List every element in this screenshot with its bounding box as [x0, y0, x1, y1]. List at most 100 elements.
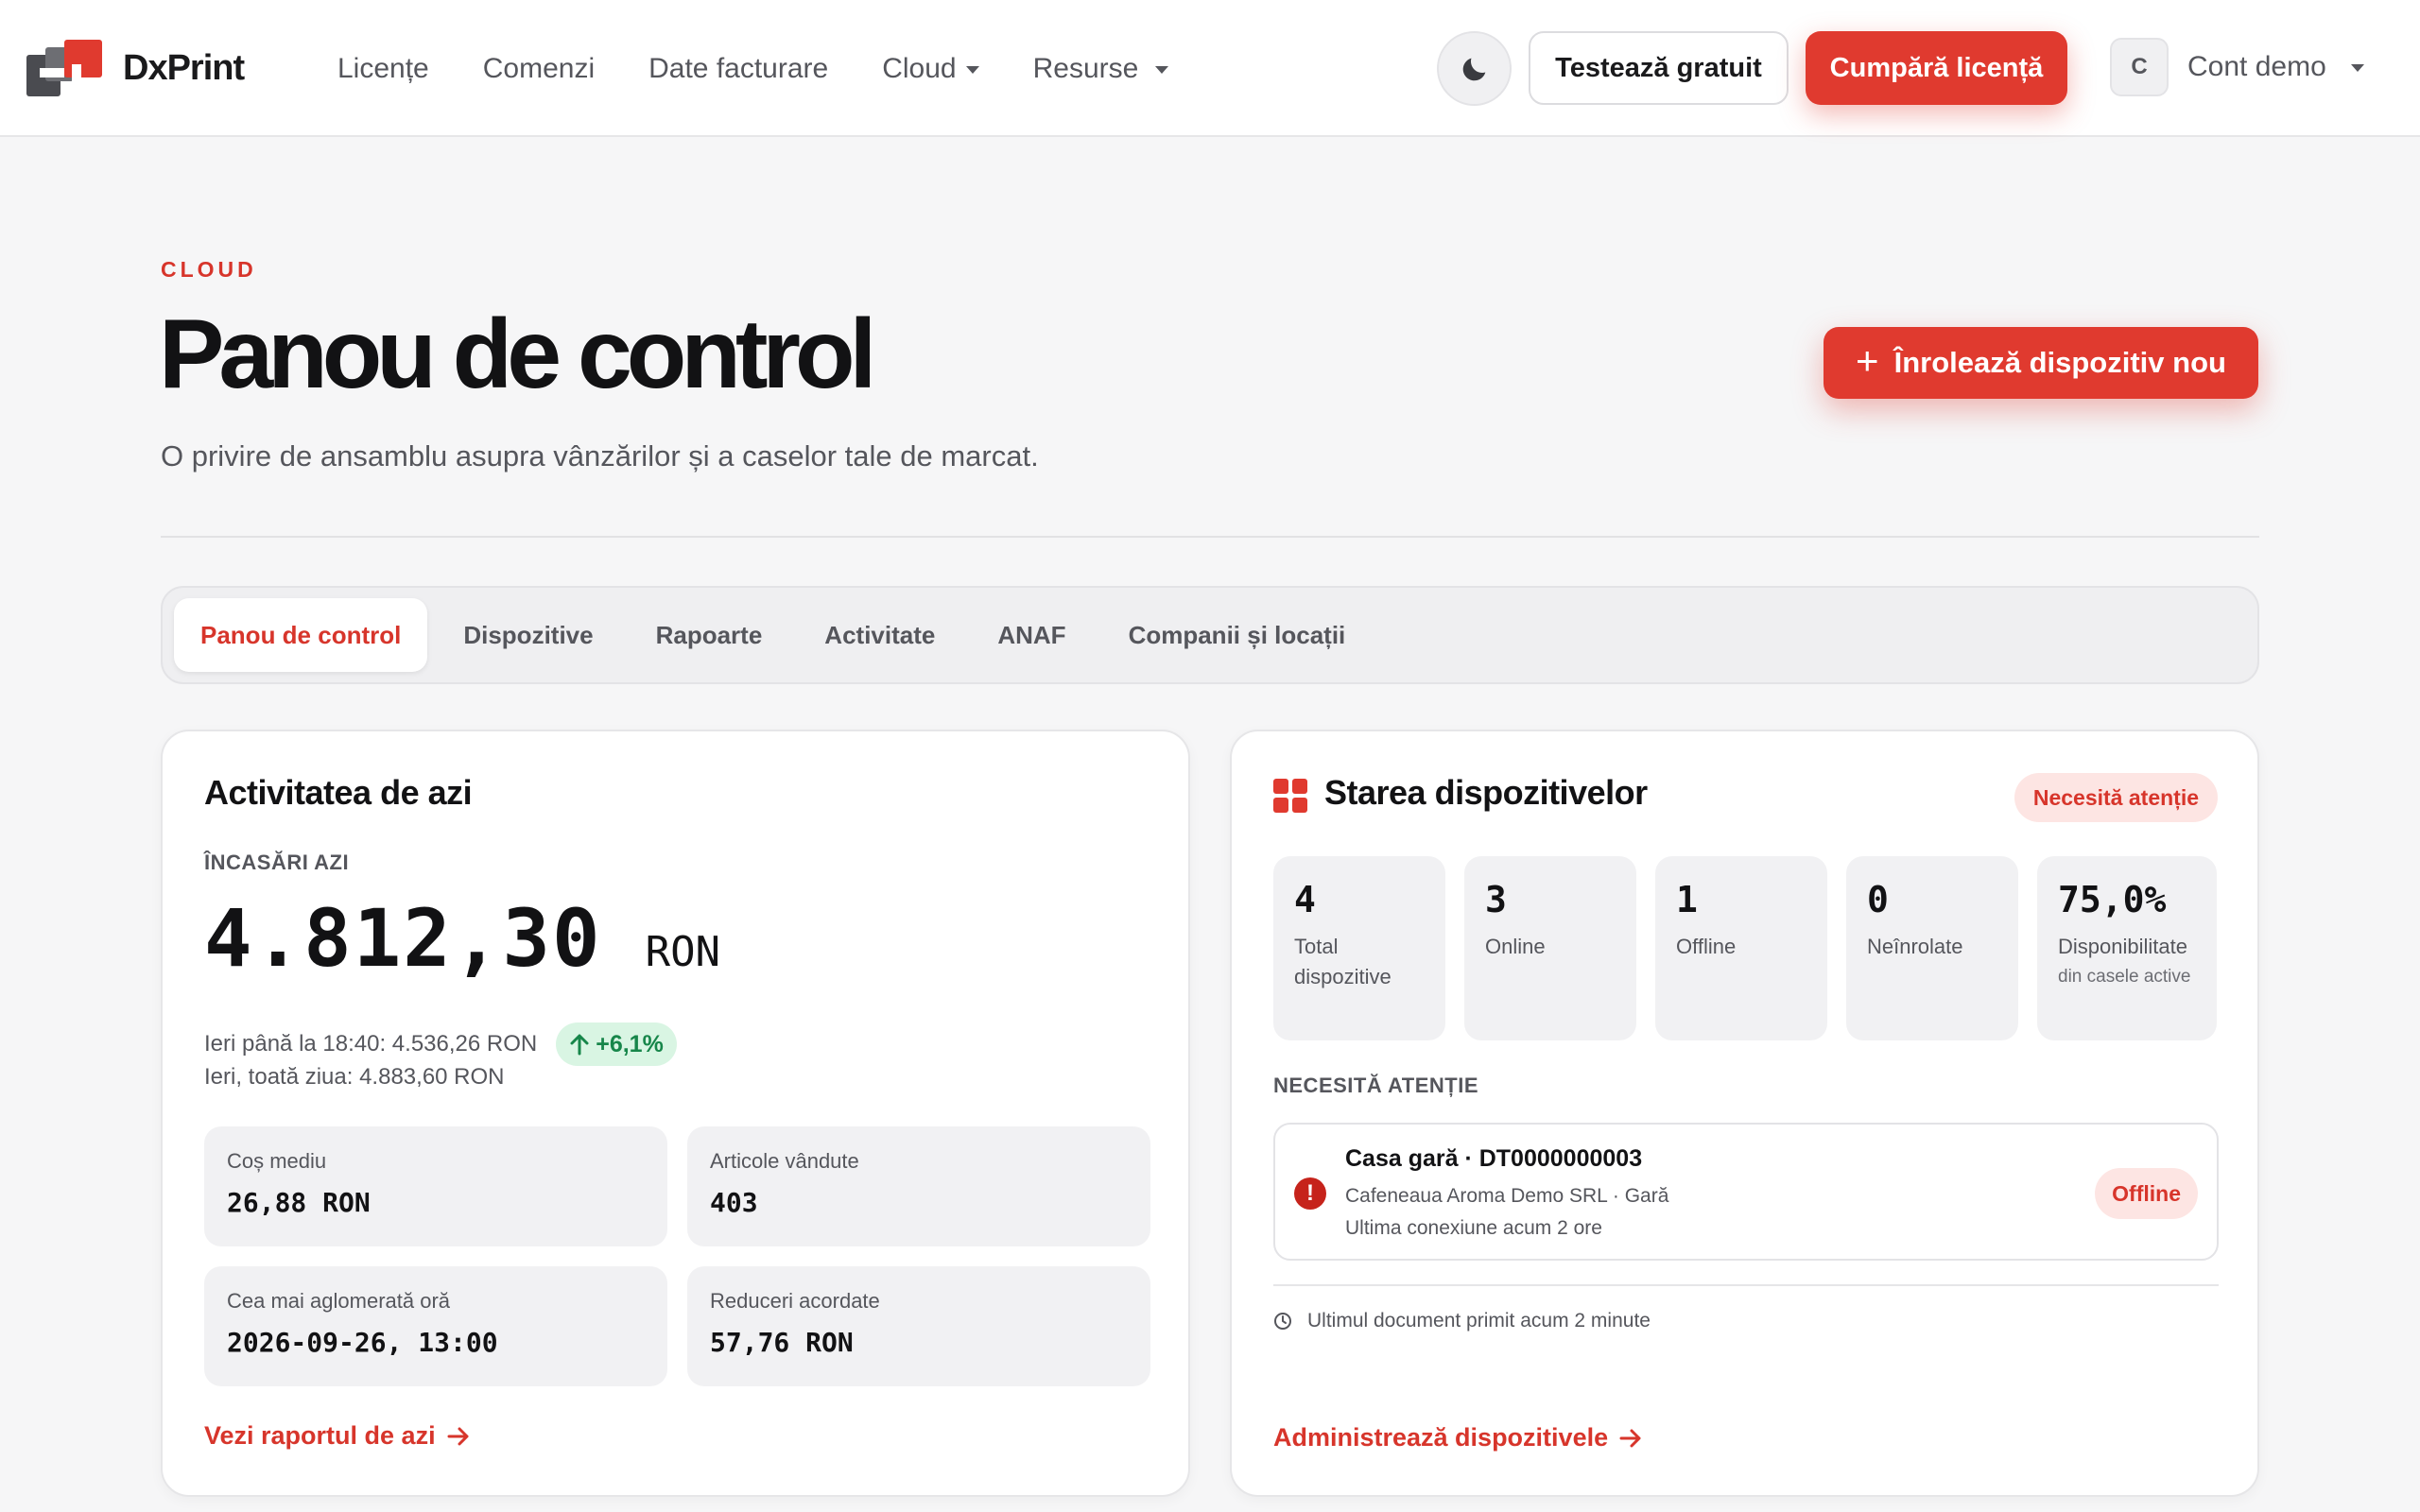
card-divider [1273, 1284, 2219, 1286]
nav-item-label: Comenzi [482, 52, 596, 84]
clock-icon [1274, 1313, 1291, 1330]
stat-label: Reduceri acordate [710, 1289, 880, 1313]
income-value: 4.812,30 [204, 892, 602, 985]
enroll-device-button[interactable]: + Înrolează dispozitiv nou [1824, 327, 2258, 399]
arrow-up-icon [570, 1034, 589, 1056]
metric-label: Disponibilitate [2058, 935, 2187, 958]
metric-label: Online [1485, 935, 1546, 958]
activity-card: Activitatea de azi ÎNCASĂRI AZI 4.812,30… [161, 730, 1190, 1497]
income-currency: RON [645, 928, 721, 976]
dxprint-logo-icon [26, 40, 102, 96]
alert-company: Cafeneaua Aroma Demo SRL · Gară [1345, 1185, 1669, 1207]
metric-online: 3 Online [1464, 856, 1636, 1040]
tab-dispozitive[interactable]: Dispozitive [437, 598, 619, 672]
theme-toggle-button[interactable] [1437, 31, 1512, 106]
stat-value: 57,76 RON [710, 1327, 854, 1358]
nav-item-label: Resurse [1032, 52, 1139, 84]
view-today-report-label: Vezi raportul de azi [204, 1421, 436, 1450]
stat-label: Cea mai aglomerată oră [227, 1289, 451, 1313]
delta-value: +6,1% [596, 1030, 664, 1057]
nav-item-label: Date facturare [648, 52, 829, 84]
alert-icon: ! [1294, 1177, 1326, 1210]
last-document-row: Ultimul document primit acum 2 minute [1273, 1310, 1651, 1332]
nav-item-cloud[interactable]: Cloud [882, 52, 979, 85]
metric-value: 3 [1485, 879, 1507, 920]
tab-panou-de-control[interactable]: Panou de control [174, 598, 428, 672]
yesterday-until-text: Ieri până la 18:40: 4.536,26 RON [204, 1031, 538, 1057]
main-nav: Licențe Comenzi Date facturare Cloud Res… [337, 0, 1169, 137]
top-navigation-bar: DxPrint Licențe Comenzi Date facturare C… [0, 0, 2420, 137]
metric-label: Offline [1676, 935, 1737, 958]
stat-label: Articole vândute [710, 1149, 859, 1173]
metric-total-devices: 4 Total dispozitive [1273, 856, 1445, 1040]
metric-sub: din casele active [2058, 966, 2191, 987]
alert-device-title: Casa gară · DT0000000003 [1345, 1145, 1643, 1172]
nav-item-resurse[interactable]: Resurse [1033, 53, 1169, 85]
manage-devices-label: Administrează dispozitivele [1273, 1423, 1609, 1452]
income-amount: 4.812,30 RON [204, 892, 720, 985]
manage-devices-link[interactable]: Administrează dispozitivele [1273, 1423, 1642, 1452]
metric-unenrolled: 0 Neînrolate [1846, 856, 2018, 1040]
buy-license-button[interactable]: Cumpără licență [1806, 31, 2067, 105]
nav-item-licente[interactable]: Licențe [337, 53, 429, 85]
metric-value: 75,0% [2058, 879, 2167, 920]
stat-label: Coș mediu [227, 1149, 327, 1173]
try-free-button[interactable]: Testează gratuit [1529, 31, 1789, 105]
chevron-down-icon [1155, 65, 1169, 74]
tab-rapoarte[interactable]: Rapoarte [630, 598, 789, 672]
status-badge: Offline [2095, 1168, 2198, 1219]
page-subtitle: O privire de ansamblu asupra vânzărilor … [161, 439, 1039, 472]
enroll-device-label: Înrolează dispozitiv nou [1893, 346, 2226, 379]
header-divider [161, 536, 2259, 538]
stat-value: 26,88 RON [227, 1187, 371, 1218]
metric-value: 4 [1294, 879, 1316, 920]
stat-value: 2026-09-26, 13:00 [227, 1327, 498, 1358]
view-today-report-link[interactable]: Vezi raportul de azi [204, 1421, 470, 1451]
plus-icon: + [1856, 338, 1879, 383]
device-status-card: Starea dispozitivelor Necesită atenție 4… [1230, 730, 2259, 1497]
income-label: ÎNCASĂRI AZI [204, 850, 350, 874]
delta-badge: +6,1% [556, 1022, 677, 1066]
section-eyebrow: CLOUD [161, 257, 257, 282]
attention-badge: Necesită atenție [2014, 773, 2218, 822]
tab-companii-si-locatii[interactable]: Companii și locații [1102, 598, 1373, 672]
stat-busiest-hour: Cea mai aglomerată oră 2026-09-26, 13:00 [204, 1266, 667, 1386]
avatar: C [2110, 38, 2169, 96]
metric-label: Neînrolate [1867, 935, 1963, 958]
metric-availability: 75,0% Disponibilitate din casele active [2037, 856, 2217, 1040]
stat-discounts: Reduceri acordate 57,76 RON [687, 1266, 1150, 1386]
stat-value: 403 [710, 1187, 758, 1218]
chevron-down-icon [2350, 64, 2364, 72]
grid-icon [1273, 779, 1307, 813]
account-name: Cont demo [2187, 51, 2326, 82]
stat-average-basket: Coș mediu 26,88 RON [204, 1126, 667, 1246]
nav-item-label: Licențe [337, 52, 429, 84]
nav-item-date-facturare[interactable]: Date facturare [648, 53, 828, 85]
tab-anaf[interactable]: ANAF [971, 598, 1092, 672]
account-menu[interactable]: C Cont demo [2110, 38, 2364, 96]
activity-card-title: Activitatea de azi [204, 773, 473, 812]
brand-logo[interactable]: DxPrint [26, 40, 245, 96]
chevron-down-icon [965, 65, 979, 74]
yesterday-full-text: Ieri, toată ziua: 4.883,60 RON [204, 1064, 505, 1090]
page-title: Panou de control [159, 300, 876, 409]
nav-item-label: Cloud [882, 52, 957, 84]
metric-label: Total dispozitive [1294, 935, 1392, 988]
stat-items-sold: Articole vândute 403 [687, 1126, 1150, 1246]
brand-name: DxPrint [123, 47, 245, 88]
dashboard-tabs: Panou de control Dispozitive Rapoarte Ac… [161, 586, 2259, 684]
arrow-right-icon [447, 1427, 469, 1445]
last-document-text: Ultimul document primit acum 2 minute [1307, 1310, 1651, 1332]
moon-icon [1462, 58, 1485, 80]
yesterday-until-row: Ieri până la 18:40: 4.536,26 RON +6,1% [204, 1022, 677, 1066]
arrow-right-icon [1619, 1429, 1641, 1447]
metric-offline: 1 Offline [1655, 856, 1827, 1040]
tab-activitate[interactable]: Activitate [798, 598, 961, 672]
metric-value: 0 [1867, 879, 1889, 920]
attention-section-label: NECESITĂ ATENȚIE [1273, 1074, 1479, 1097]
device-alert-row[interactable]: ! Casa gară · DT0000000003 Cafeneaua Aro… [1273, 1123, 2219, 1261]
alert-last-connection: Ultima conexiune acum 2 ore [1345, 1217, 1602, 1239]
nav-item-comenzi[interactable]: Comenzi [483, 53, 595, 85]
metric-value: 1 [1676, 879, 1698, 920]
device-status-title: Starea dispozitivelor [1324, 773, 1648, 812]
